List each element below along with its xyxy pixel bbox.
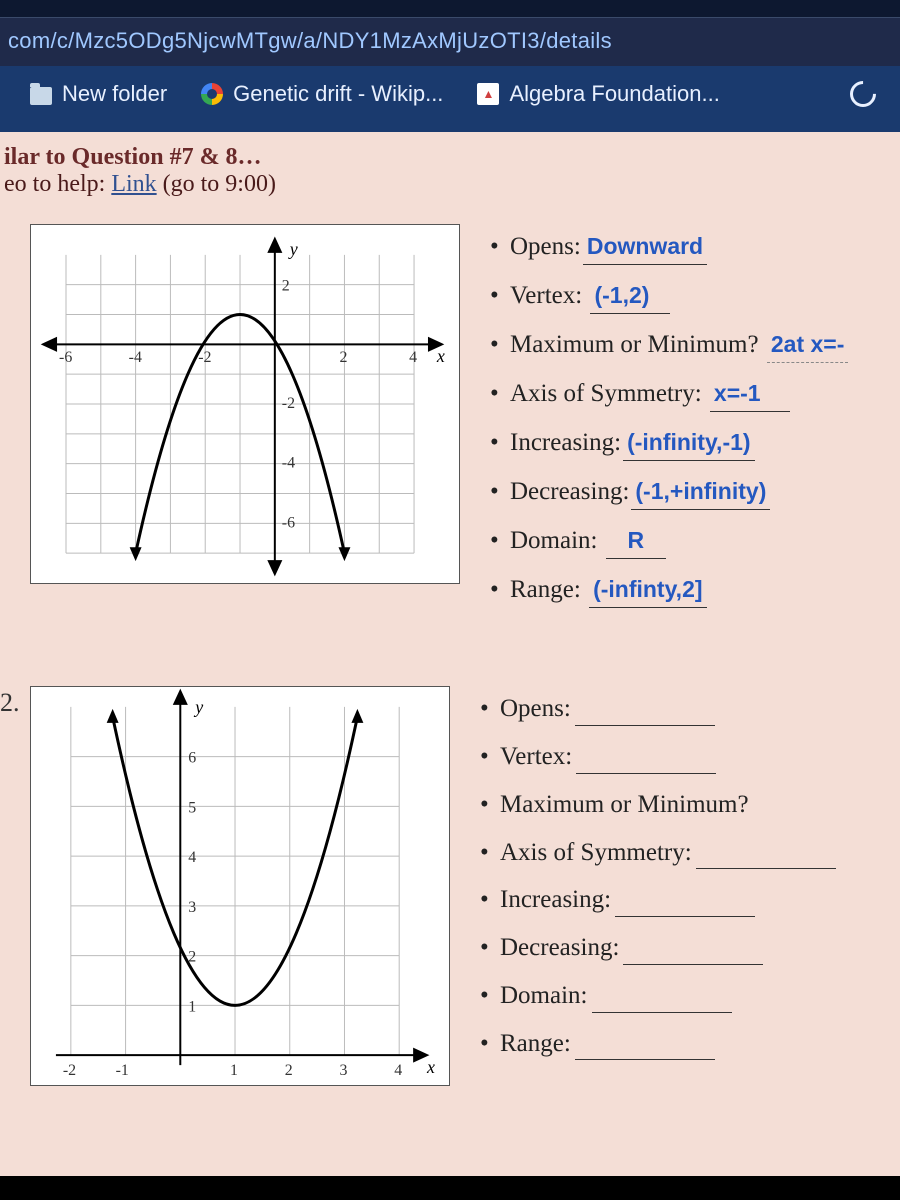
prop-increasing: Increasing:(-infinity,-1) xyxy=(490,426,900,461)
answer-opens: Downward xyxy=(583,231,707,265)
bookmark-algebra-foundation[interactable]: ▲ Algebra Foundation... xyxy=(477,81,719,107)
prop-maxmin: Maximum or Minimum? xyxy=(480,788,900,822)
prop-opens: Opens:Downward xyxy=(490,230,900,265)
properties-list-1: Opens:Downward Vertex: (-1,2) Maximum or… xyxy=(464,220,900,622)
prop-decreasing: Decreasing: xyxy=(480,931,900,965)
svg-text:4: 4 xyxy=(188,849,196,866)
refresh-icon[interactable] xyxy=(845,76,882,113)
bookmark-new-folder[interactable]: New folder xyxy=(30,81,167,107)
svg-text:-4: -4 xyxy=(129,349,142,366)
bookmarks-bar: New folder Genetic drift - Wikip... ▲ Al… xyxy=(0,66,900,122)
prop-range: Range: xyxy=(480,1027,900,1061)
svg-text:2: 2 xyxy=(282,278,290,295)
svg-text:-1: -1 xyxy=(116,1062,129,1079)
answer-axis: x=-1 xyxy=(710,378,790,412)
svg-text:3: 3 xyxy=(188,899,196,916)
answer-decreasing: (-1,+infinity) xyxy=(631,476,770,510)
folder-icon xyxy=(30,87,52,105)
svg-text:4: 4 xyxy=(409,349,417,366)
svg-text:1: 1 xyxy=(230,1062,238,1079)
blank-vertex[interactable] xyxy=(576,754,716,774)
bookmark-label: New folder xyxy=(62,81,167,107)
prop-axis: Axis of Symmetry: x=-1 xyxy=(490,377,900,412)
prop-decreasing: Decreasing:(-1,+infinity) xyxy=(490,475,900,510)
header-line-2: eo to help: Link (go to 9:00) xyxy=(4,171,896,198)
help-link[interactable]: Link xyxy=(111,171,156,197)
blank-opens[interactable] xyxy=(575,706,715,726)
parabola-graph-2: y x -2-1 12 34 12 34 56 xyxy=(30,686,450,1086)
answer-increasing: (-infinity,-1) xyxy=(623,427,755,461)
question-number xyxy=(0,220,26,226)
svg-text:-6: -6 xyxy=(59,349,72,366)
svg-text:-4: -4 xyxy=(282,455,295,472)
prop-domain: Domain: R xyxy=(490,524,900,559)
worksheet-page: ilar to Question #7 & 8… eo to help: Lin… xyxy=(0,132,900,1176)
question-2-row: 2. xyxy=(0,682,900,1095)
bookmark-label: Genetic drift - Wikip... xyxy=(233,81,443,107)
prop-domain: Domain: xyxy=(480,979,900,1013)
prop-vertex: Vertex: (-1,2) xyxy=(490,279,900,314)
question-1-row: y x -6-4-2 24 2-2 -4-6 Opens:Downward Ve… xyxy=(0,220,900,622)
bookmark-genetic-drift[interactable]: Genetic drift - Wikip... xyxy=(201,81,443,107)
blank-increasing[interactable] xyxy=(615,897,755,917)
tab-strip-fragment xyxy=(0,0,900,18)
prop-axis: Axis of Symmetry: xyxy=(480,836,900,870)
graph-2-container: y x -2-1 12 34 12 34 56 xyxy=(26,682,454,1095)
header-text: (go to 9:00) xyxy=(157,171,276,197)
blank-axis[interactable] xyxy=(696,849,836,869)
header-text: eo to help: xyxy=(4,171,111,197)
svg-text:2: 2 xyxy=(285,1062,293,1079)
address-bar[interactable]: com/c/Mzc5ODg5NjcwMTgw/a/NDY1MzAxMjUzOTI… xyxy=(0,18,900,66)
answer-domain: R xyxy=(606,525,666,559)
prop-increasing: Increasing: xyxy=(480,883,900,917)
worksheet-header: ilar to Question #7 & 8… eo to help: Lin… xyxy=(0,132,900,202)
question-number: 2. xyxy=(0,682,26,718)
answer-maxmin: 2at x=- xyxy=(767,329,849,363)
answer-range: (-infinty,2] xyxy=(589,574,706,608)
prop-range: Range: (-infinty,2] xyxy=(490,573,900,608)
bookmark-label: Algebra Foundation... xyxy=(509,81,719,107)
doc-icon: ▲ xyxy=(477,83,499,105)
footer-black-strip xyxy=(0,1176,900,1200)
blank-domain[interactable] xyxy=(592,993,732,1013)
svg-text:y: y xyxy=(288,239,298,259)
url-text: com/c/Mzc5ODg5NjcwMTgw/a/NDY1MzAxMjUzOTI… xyxy=(8,28,612,53)
svg-text:-6: -6 xyxy=(282,514,295,531)
svg-text:-2: -2 xyxy=(63,1062,76,1079)
blank-decreasing[interactable] xyxy=(623,945,763,965)
header-line-1: ilar to Question #7 & 8… xyxy=(4,144,896,171)
prop-vertex: Vertex: xyxy=(480,740,900,774)
svg-text:5: 5 xyxy=(188,800,196,817)
graph-1-container: y x -6-4-2 24 2-2 -4-6 xyxy=(26,220,464,593)
prop-maxmin: Maximum or Minimum? 2at x=- xyxy=(490,328,900,363)
svg-text:1: 1 xyxy=(188,999,196,1016)
svg-text:y: y xyxy=(193,697,203,717)
parabola-graph-1: y x -6-4-2 24 2-2 -4-6 xyxy=(30,224,460,584)
svg-text:2: 2 xyxy=(339,349,347,366)
svg-text:4: 4 xyxy=(394,1062,402,1079)
answer-vertex: (-1,2) xyxy=(590,280,670,314)
blank-range[interactable] xyxy=(575,1040,715,1060)
svg-text:-2: -2 xyxy=(282,395,295,412)
svg-text:6: 6 xyxy=(188,750,196,767)
prop-opens: Opens: xyxy=(480,692,900,726)
svg-text:x: x xyxy=(436,346,445,366)
svg-text:x: x xyxy=(426,1057,435,1077)
properties-list-2: Opens: Vertex: Maximum or Minimum? Axis … xyxy=(454,682,900,1074)
google-icon xyxy=(201,83,223,105)
svg-text:3: 3 xyxy=(340,1062,348,1079)
